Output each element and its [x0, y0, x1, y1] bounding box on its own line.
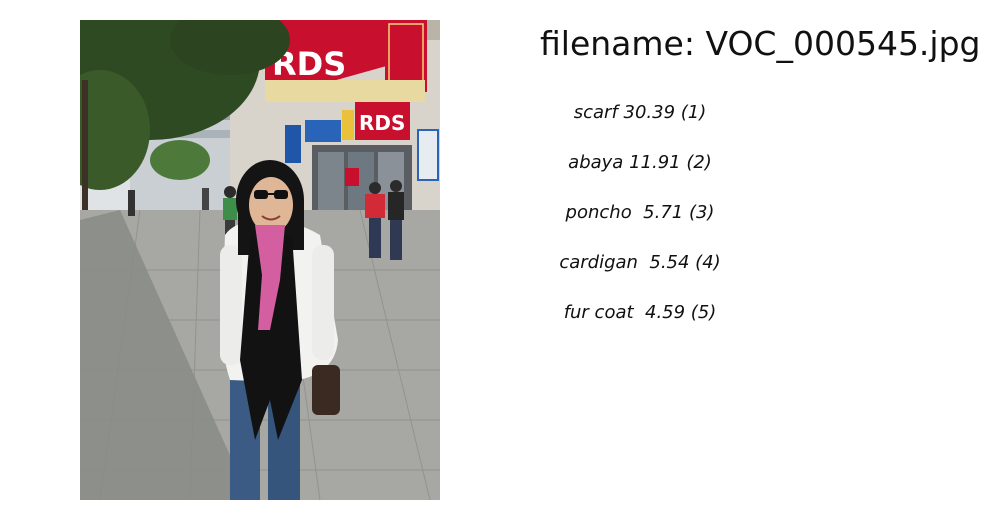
pedestrian — [128, 190, 135, 216]
prediction-item-5: fur coat 4.59 (5) — [563, 302, 717, 323]
prediction-item-3: poncho 5.71 (3) — [565, 202, 715, 223]
prediction-item-2: abaya 11.91 (2) — [568, 152, 712, 173]
handbag — [312, 365, 340, 415]
rds-shop-logo: RDS — [359, 111, 405, 135]
predictions-list: scarf 30.39 (1) abaya 11.91 (2) poncho 5… — [540, 0, 780, 520]
street-photo: RDS RDS — [80, 20, 440, 500]
prediction-item-1: scarf 30.39 (1) — [573, 102, 707, 123]
prediction-item-4: cardigan 5.54 (4) — [559, 252, 721, 273]
blue-sign — [285, 125, 301, 163]
